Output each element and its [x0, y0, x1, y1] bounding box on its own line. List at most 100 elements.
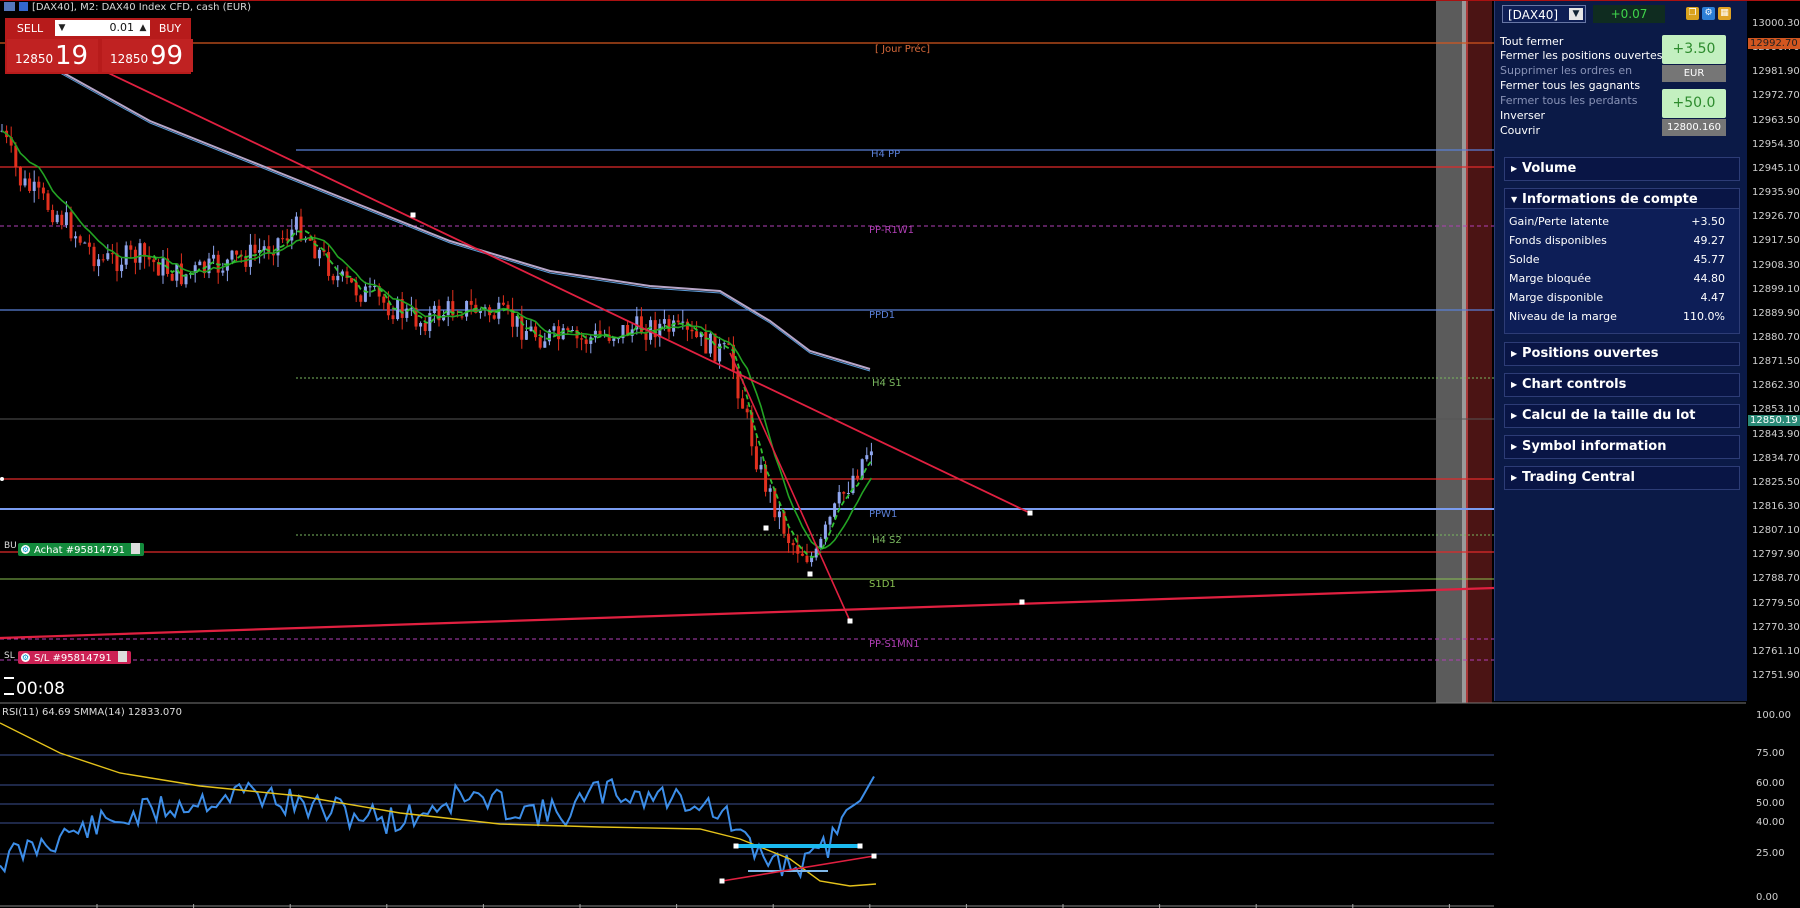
trend-line-anchor: [763, 525, 769, 531]
section-symbol-info[interactable]: ▶ Symbol information: [1504, 435, 1740, 459]
bar-timer-value: 00:08: [16, 679, 65, 699]
candle-body: [662, 319, 666, 324]
sell-price-prefix: 12850: [15, 52, 54, 66]
copy-icon[interactable]: ❐: [1686, 7, 1699, 20]
sell-price-button[interactable]: 12850 19: [7, 39, 98, 72]
candle-body: [331, 275, 335, 281]
candle-body: [644, 333, 648, 340]
lot-increase-icon[interactable]: ▲: [136, 20, 150, 36]
section-open-positions[interactable]: ▶ Positions ouvertes: [1504, 342, 1740, 366]
lot-size-value[interactable]: 0.01: [69, 20, 135, 36]
hedge-action[interactable]: Couvrir: [1500, 124, 1540, 137]
candle-body: [350, 278, 354, 283]
candle-body: [101, 259, 105, 261]
level-label-h4-s1: H4 S1: [872, 378, 902, 389]
candle-body: [580, 338, 584, 340]
candle-body: [382, 296, 386, 303]
trend-line-anchor: [847, 618, 853, 624]
settings-icon[interactable]: ⚙: [1702, 7, 1715, 20]
candle-body: [97, 259, 101, 267]
sell-button[interactable]: SELL: [7, 20, 53, 37]
lot-decrease-icon[interactable]: ▼: [55, 20, 69, 36]
candle-body: [708, 333, 712, 354]
buy-price-button[interactable]: 12850 99: [102, 39, 193, 72]
candle-body: [354, 282, 358, 296]
price-axis-label: 12945.10: [1752, 162, 1800, 174]
candle-body: [170, 273, 174, 281]
candle-body: [773, 488, 777, 518]
candle-body: [543, 341, 547, 348]
candle-body: [584, 339, 588, 344]
candle-body: [837, 492, 841, 504]
stop-loss-tag[interactable]: ⚙ S/L #95814791: [18, 651, 131, 664]
price-axis-label: 12779.50: [1752, 597, 1800, 609]
close-order-icon[interactable]: [131, 543, 141, 554]
close-partial-pnl[interactable]: +50.0: [1662, 89, 1726, 118]
buy-button[interactable]: BUY: [151, 20, 189, 37]
price-axis-label: 12862.30: [1752, 380, 1800, 392]
account-row-label: Marge disponible: [1509, 291, 1604, 304]
candle-body: [359, 295, 363, 302]
close-winners-action[interactable]: Fermer tous les gagnants: [1500, 79, 1640, 92]
buy-price-pips: 99: [150, 41, 184, 71]
candle-body: [110, 253, 114, 255]
buy-order-tag[interactable]: ⚙ Achat #95814791: [18, 543, 145, 556]
candle-body: [92, 246, 96, 267]
candle-body: [235, 250, 239, 255]
candle-body: [120, 264, 124, 272]
close-positions-pnl[interactable]: +3.50: [1662, 35, 1726, 64]
gear-icon[interactable]: ⚙: [21, 545, 30, 554]
sell-price-pips: 19: [55, 41, 89, 71]
rsi-anchor: [733, 843, 739, 849]
gear-icon[interactable]: ⚙: [21, 653, 30, 662]
candle-body: [695, 331, 699, 338]
candle-body: [124, 245, 128, 265]
price-axis-label: 12871.50: [1752, 356, 1800, 368]
candle-body: [106, 253, 110, 260]
lot-size-stepper[interactable]: ▼ 0.01 ▲: [55, 20, 150, 36]
section-lot-calculator[interactable]: ▶ Calcul de la taille du lot: [1504, 404, 1740, 428]
close-losers-action[interactable]: Fermer tous les perdants: [1500, 94, 1637, 107]
candle-body: [676, 320, 680, 323]
window-icon[interactable]: ▦: [1718, 7, 1731, 20]
section-account-label: Informations de compte: [1522, 192, 1698, 207]
close-all-action[interactable]: Tout fermer: [1500, 35, 1563, 48]
level-label-ppd1: PPD1: [869, 310, 896, 321]
expand-icon: ▶: [1511, 349, 1518, 358]
chart-menu-icon[interactable]: [4, 2, 15, 11]
session-stripe-red-edge: [1466, 1, 1468, 703]
section-chart-controls[interactable]: ▶ Chart controls: [1504, 373, 1740, 397]
price-axis-label: 12797.90: [1752, 549, 1800, 561]
candle-body: [221, 270, 225, 273]
hourglass-icon: [4, 677, 14, 695]
account-row-value: 49.27: [1693, 234, 1726, 247]
section-volume[interactable]: ▶ Volume: [1504, 157, 1740, 181]
account-row: Fonds disponibles 49.27: [1509, 234, 1725, 252]
section-trading-central[interactable]: ▶ Trading Central: [1504, 466, 1740, 490]
trend-line-anchor: [1019, 599, 1025, 605]
candle-body: [46, 193, 50, 210]
trading-panel: [DAX40] ▼ +0.07 ❐ ⚙ ▦ Tout fermer Fermer…: [1494, 1, 1747, 701]
close-order-icon[interactable]: [117, 651, 127, 662]
moving-average-green: [1, 130, 873, 550]
rsi-anchor: [871, 853, 877, 859]
reverse-action[interactable]: Inverser: [1500, 109, 1545, 122]
rsi-divergence-line: [721, 855, 875, 882]
close-open-positions-action[interactable]: Fermer les positions ouvertes: [1500, 49, 1663, 62]
account-row-label: Niveau de la marge: [1509, 310, 1617, 323]
section-volume-label: Volume: [1522, 161, 1577, 176]
expand-icon: ▶: [1511, 380, 1518, 389]
chevron-down-icon[interactable]: ▼: [1569, 8, 1583, 20]
total-pnl: +0.07: [1593, 5, 1665, 23]
buy-price-prefix: 12850: [110, 52, 149, 66]
price-axis-label: 12880.70: [1752, 331, 1800, 343]
symbol-select[interactable]: [DAX40] ▼: [1502, 5, 1586, 23]
moving-average-slow-2: [59, 72, 871, 372]
price-axis-label: 12972.70: [1752, 90, 1800, 102]
candle-body: [501, 302, 505, 305]
account-info-box: Gain/Perte latente +3.50 Fonds disponibles…: [1504, 208, 1740, 334]
account-row-value: 45.77: [1693, 253, 1726, 266]
candle-body: [612, 338, 616, 341]
delete-orders-action[interactable]: Supprimer les ordres en: [1500, 64, 1632, 77]
moving-average-slow: [59, 70, 871, 370]
